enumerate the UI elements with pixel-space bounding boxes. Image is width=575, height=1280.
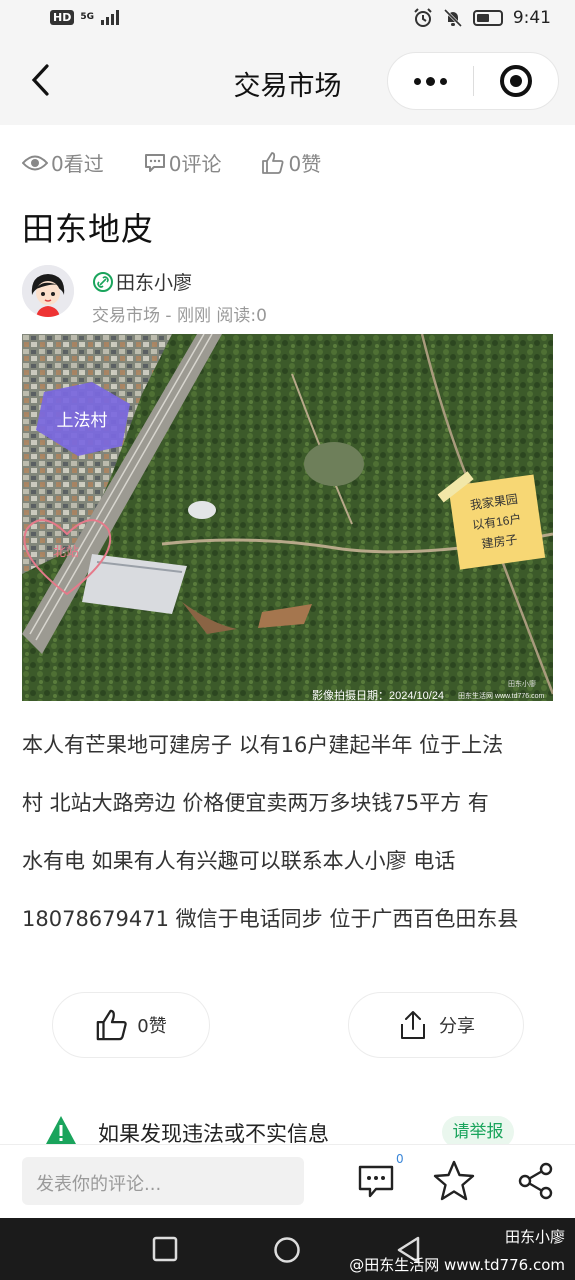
likes-stat: 0赞 bbox=[261, 148, 321, 177]
like-button[interactable]: 0赞 bbox=[52, 992, 210, 1058]
likes-count: 0赞 bbox=[288, 152, 322, 176]
more-menu-button[interactable] bbox=[388, 76, 473, 86]
watermark-site: @田东生活网 www.td776.com bbox=[349, 1256, 565, 1274]
hd-indicator: HD bbox=[50, 9, 75, 25]
status-time: 9:41 bbox=[512, 8, 551, 28]
watermark-author: 田东小廖 bbox=[504, 1228, 565, 1246]
post-stats: 0看过 0评论 0赞 bbox=[22, 148, 361, 177]
report-button[interactable]: 请举报 bbox=[442, 1116, 514, 1146]
thumbs-up-icon bbox=[262, 151, 284, 174]
share-icon bbox=[401, 1011, 425, 1039]
battery-icon bbox=[472, 10, 503, 26]
comments-stat: 0评论 bbox=[144, 148, 222, 177]
status-right: 9:41 bbox=[413, 8, 551, 28]
capture-date: 影像拍摄日期：2024/10/24 bbox=[312, 688, 444, 701]
post-title: 田东地皮 bbox=[22, 210, 155, 248]
report-text: 如果发现违法或不实信息 bbox=[98, 1122, 329, 1146]
signal-icon bbox=[101, 10, 119, 25]
star-icon bbox=[433, 1160, 475, 1201]
views-stat: 0看过 bbox=[22, 148, 104, 177]
mute-bell-icon bbox=[443, 8, 462, 28]
comment-bubble-icon bbox=[358, 1165, 394, 1198]
share-nodes-icon bbox=[518, 1162, 553, 1200]
photo-watermark-site: 田东生活网 www.td776.com bbox=[458, 691, 545, 700]
network-type: 5G bbox=[80, 12, 94, 22]
body-line: 本人有芒果地可建房子 以有16户建起半年 位于上法 bbox=[22, 733, 504, 757]
avatar[interactable] bbox=[22, 265, 74, 317]
comment-input[interactable]: 发表你的评论... bbox=[22, 1157, 304, 1205]
photo-watermark-small: 田东小廖 bbox=[508, 679, 536, 688]
aerial-photo[interactable]: 上法村 北站 我家果园 以有16户 建房子 田东小廖 影像拍摄日期：2024/1… bbox=[22, 334, 553, 701]
alarm-icon bbox=[414, 8, 432, 27]
comment-count-badge: 0 bbox=[396, 1152, 404, 1166]
comments-button[interactable] bbox=[352, 1157, 400, 1205]
comment-icon bbox=[144, 153, 165, 172]
author-name: 田东小廖 bbox=[116, 272, 193, 294]
post-meta: 交易市场 - 刚刚 阅读:0 bbox=[92, 306, 267, 326]
eye-icon bbox=[22, 155, 48, 170]
avatar-girl-icon bbox=[22, 265, 74, 317]
home-icon[interactable] bbox=[273, 1236, 301, 1264]
warning-icon bbox=[46, 1116, 76, 1144]
comment-bar: 发表你的评论... 0 bbox=[0, 1144, 575, 1218]
close-miniprogram-button[interactable] bbox=[474, 65, 559, 97]
share-label: 分享 bbox=[439, 1016, 475, 1037]
target-icon bbox=[499, 65, 532, 97]
stamp-text: 北站 bbox=[53, 544, 79, 559]
nav-bar: 交易市场 bbox=[0, 40, 575, 125]
body-line: 水有电 如果有人有兴趣可以联系本人小廖 电话 bbox=[22, 849, 456, 873]
miniprogram-capsule bbox=[387, 52, 559, 110]
satellite-image: 上法村 北站 我家果园 以有16户 建房子 田东小廖 影像拍摄日期：2024/1… bbox=[22, 334, 553, 701]
comments-count: 0评论 bbox=[168, 152, 222, 176]
report-row: 如果发现违法或不实信息 请举报 bbox=[0, 1110, 575, 1146]
status-bar: HD 5G 9:41 bbox=[0, 0, 575, 40]
body-line: 村 北站大路旁边 价格便宜卖两万多块钱75平方 有 bbox=[22, 791, 489, 815]
share-button[interactable]: 分享 bbox=[348, 992, 524, 1058]
thumbs-up-icon bbox=[96, 1009, 127, 1041]
favorite-button[interactable] bbox=[430, 1157, 478, 1205]
author-block: 田东小廖 交易市场 - 刚刚 阅读:0 bbox=[22, 265, 552, 326]
village-label: 上法村 bbox=[57, 411, 108, 430]
views-count: 0看过 bbox=[51, 152, 104, 176]
status-left: HD 5G bbox=[50, 9, 124, 25]
green-link-icon bbox=[93, 271, 113, 292]
author-name-row[interactable]: 田东小廖 bbox=[92, 268, 192, 295]
like-label: 0赞 bbox=[137, 1016, 167, 1037]
share-bar-button[interactable] bbox=[512, 1157, 560, 1205]
body-line: 18078679471 微信于电话同步 位于广西百色田东县 bbox=[22, 907, 519, 931]
post-body: 本人有芒果地可建房子 以有16户建起半年 位于上法 村 北站大路旁边 价格便宜卖… bbox=[22, 716, 557, 948]
recents-icon[interactable] bbox=[152, 1236, 178, 1262]
